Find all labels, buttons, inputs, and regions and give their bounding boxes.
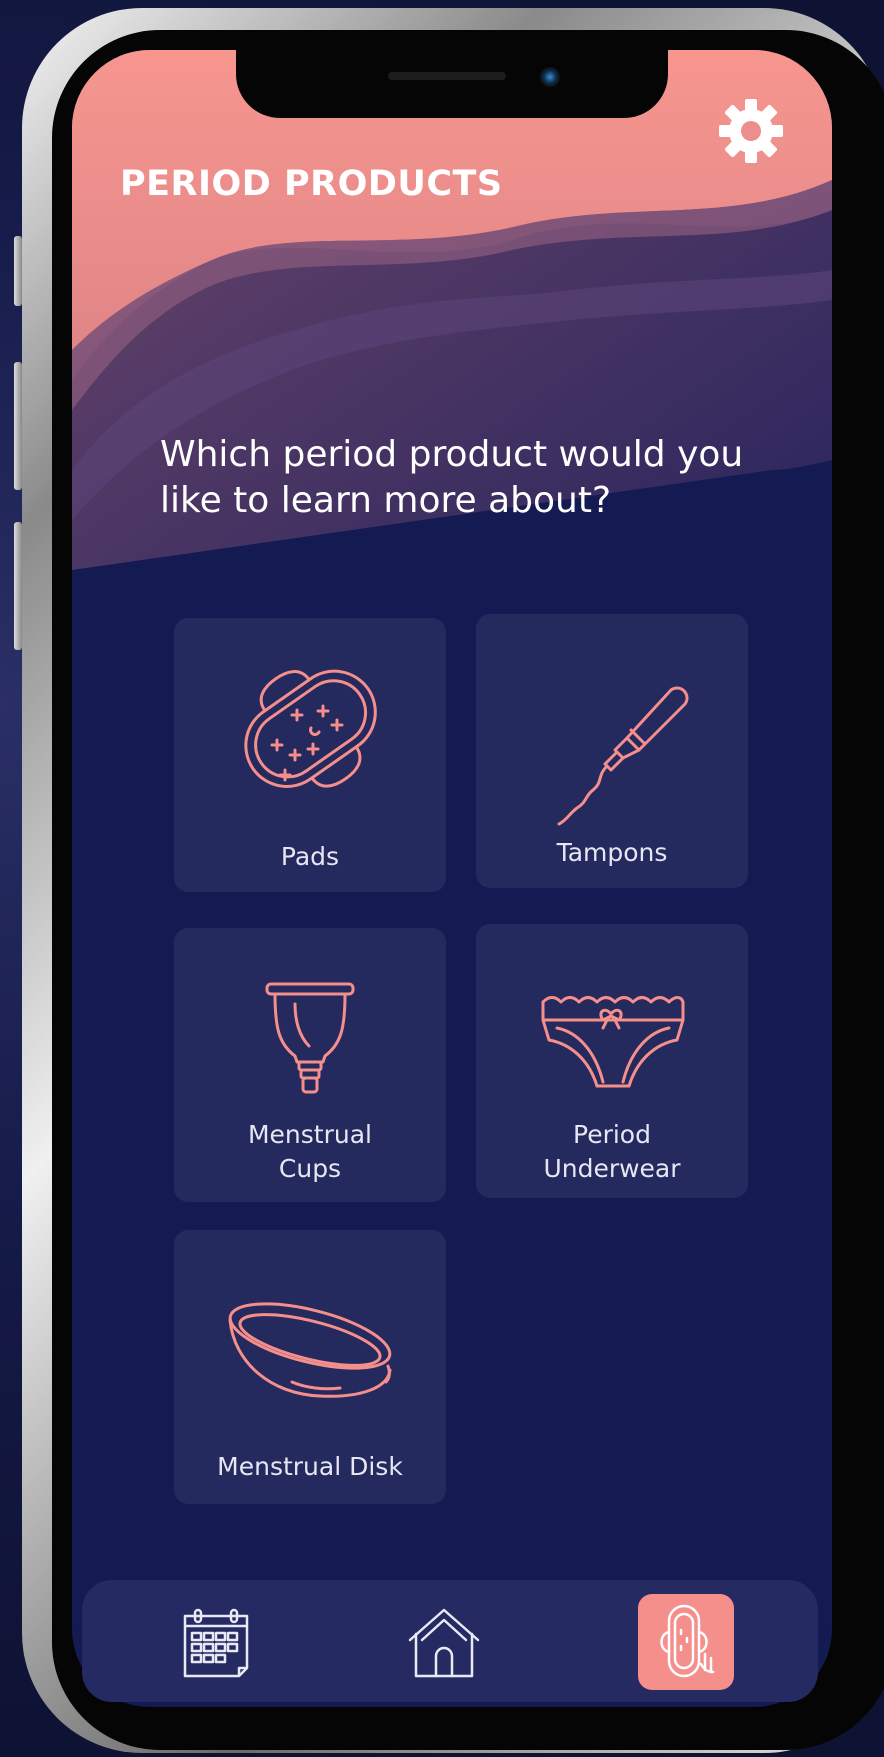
calendar-icon [183,1608,249,1678]
nav-period-products[interactable] [638,1594,734,1690]
product-label: Pads [280,842,340,871]
product-card-pads[interactable]: Pads [174,618,446,892]
period-products-icon [660,1604,715,1678]
question-text: Which period product would you like to l… [160,434,744,521]
nav-calendar[interactable] [168,1594,264,1690]
product-label: Tampons [556,838,668,867]
pad-icon [174,658,446,798]
settings-button[interactable] [716,96,786,166]
period-underwear-icon [476,984,748,1094]
product-card-menstrual-cups[interactable]: Menstrual Cups [174,928,446,1202]
product-label: Menstrual Cups [247,1120,372,1183]
product-card-period-underwear[interactable]: Period Underwear [476,924,748,1198]
page-title: PERIOD PRODUCTS [120,164,503,204]
phone-volume-down [14,522,22,650]
phone-speaker [388,72,506,80]
product-label: Menstrual Disk [217,1452,403,1481]
product-card-tampons[interactable]: Tampons [476,614,748,888]
home-icon [408,1608,480,1678]
menstrual-disk-icon [174,1292,446,1412]
nav-home[interactable] [396,1594,492,1690]
menstrual-cup-icon [174,980,446,1100]
phone-notch [236,50,668,118]
product-label: Period Underwear [543,1120,681,1183]
phone-volume-up [14,362,22,490]
gear-icon [719,99,783,163]
tampon-icon [476,678,748,828]
phone-side-button [14,236,22,306]
phone-camera [540,67,560,87]
product-card-menstrual-disk[interactable]: Menstrual Disk [174,1230,446,1504]
